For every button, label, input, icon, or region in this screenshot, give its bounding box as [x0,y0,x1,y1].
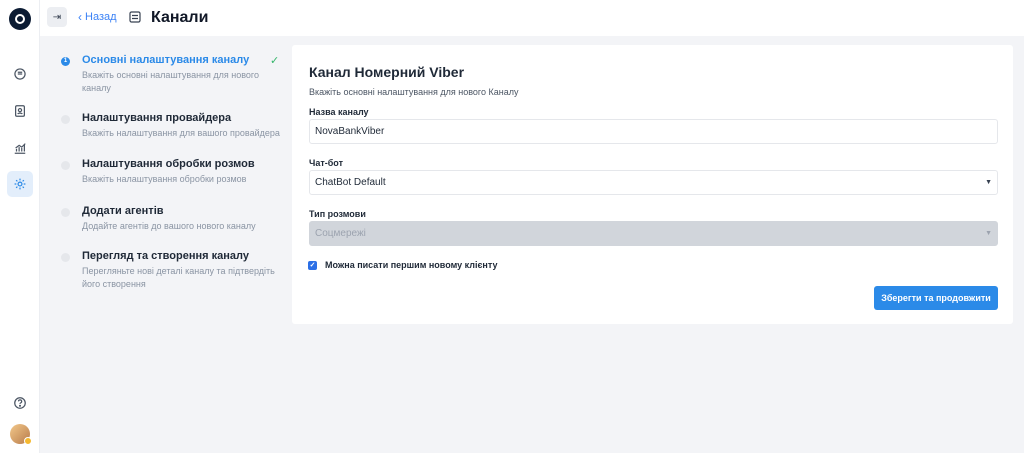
collapse-sidebar-icon[interactable]: ⇥ [47,7,67,27]
step-title: Перегляд та створення каналу [82,250,249,262]
channel-name-value: NovaBankViber [315,126,385,137]
conversation-type-label: Тип розмови [309,209,366,219]
form-title: Канал Номерний Viber [309,64,465,80]
first-message-checkbox[interactable]: ✓ [308,260,317,270]
step-indicator [61,115,70,124]
step-indicator [61,208,70,217]
chevron-down-icon: ▼ [985,230,992,237]
chevron-down-icon: ▼ [985,179,992,186]
first-message-label: Можна писати першим новому клієнту [325,260,498,270]
conversation-type-value: Соцмережі [315,228,366,239]
step-title: Додати агентів [82,205,164,217]
first-message-option[interactable]: ✓ Можна писати першим новому клієнту [308,260,498,270]
conversation-type-select: Соцмережі ▼ [309,221,998,246]
back-label: Назад [85,11,117,23]
step-title: Налаштування обробки розмов [82,158,255,170]
avatar[interactable] [10,424,32,445]
help-icon[interactable] [7,390,33,416]
save-continue-button[interactable]: Зберегти та продовжити [874,286,998,310]
wizard-steps: 1 Основні налаштування каналу ✓ Вкажіть … [40,36,290,453]
channel-name-label: Назва каналу [309,107,369,117]
form-subtitle: Вкажіть основні налаштування для нового … [309,87,519,97]
step-description: Перегляньте нові деталі каналу та підтве… [82,266,275,289]
step-description: Вкажіть налаштування обробки розмов [82,174,247,184]
chevron-left-icon: ‹ [78,10,82,24]
analytics-icon[interactable] [7,135,33,161]
side-rail [0,0,40,453]
chatbot-select[interactable]: ChatBot Default ▼ [309,170,998,195]
step-title: Налаштування провайдера [82,112,232,124]
settings-icon[interactable] [7,171,33,197]
step-indicator [61,161,70,170]
step-description: Додайте агентів до вашого нового каналу [82,221,256,231]
step-number: 1 [61,57,70,66]
step-description: Вкажіть основні налаштування для нового … [82,70,260,93]
contacts-icon[interactable] [7,98,33,124]
channel-name-input[interactable]: NovaBankViber [309,119,998,144]
chat-icon[interactable] [7,61,33,87]
check-icon: ✓ [270,55,280,67]
page-title: Канали [151,9,209,26]
status-dot [24,437,32,445]
channels-icon [129,11,141,23]
step-title: Основні налаштування каналу [82,54,250,66]
step-indicator [61,253,70,262]
channel-form-card: Канал Номерний Viber Вкажіть основні нал… [292,45,1013,324]
logo-icon[interactable] [9,8,31,30]
chatbot-value: ChatBot Default [315,177,386,188]
top-bar: ⇥ ‹ Назад Канали [40,0,1024,36]
back-link[interactable]: ‹ Назад [78,11,117,23]
chatbot-label: Чат-бот [309,158,343,168]
step-description: Вкажіть налаштування для вашого провайде… [82,128,280,138]
